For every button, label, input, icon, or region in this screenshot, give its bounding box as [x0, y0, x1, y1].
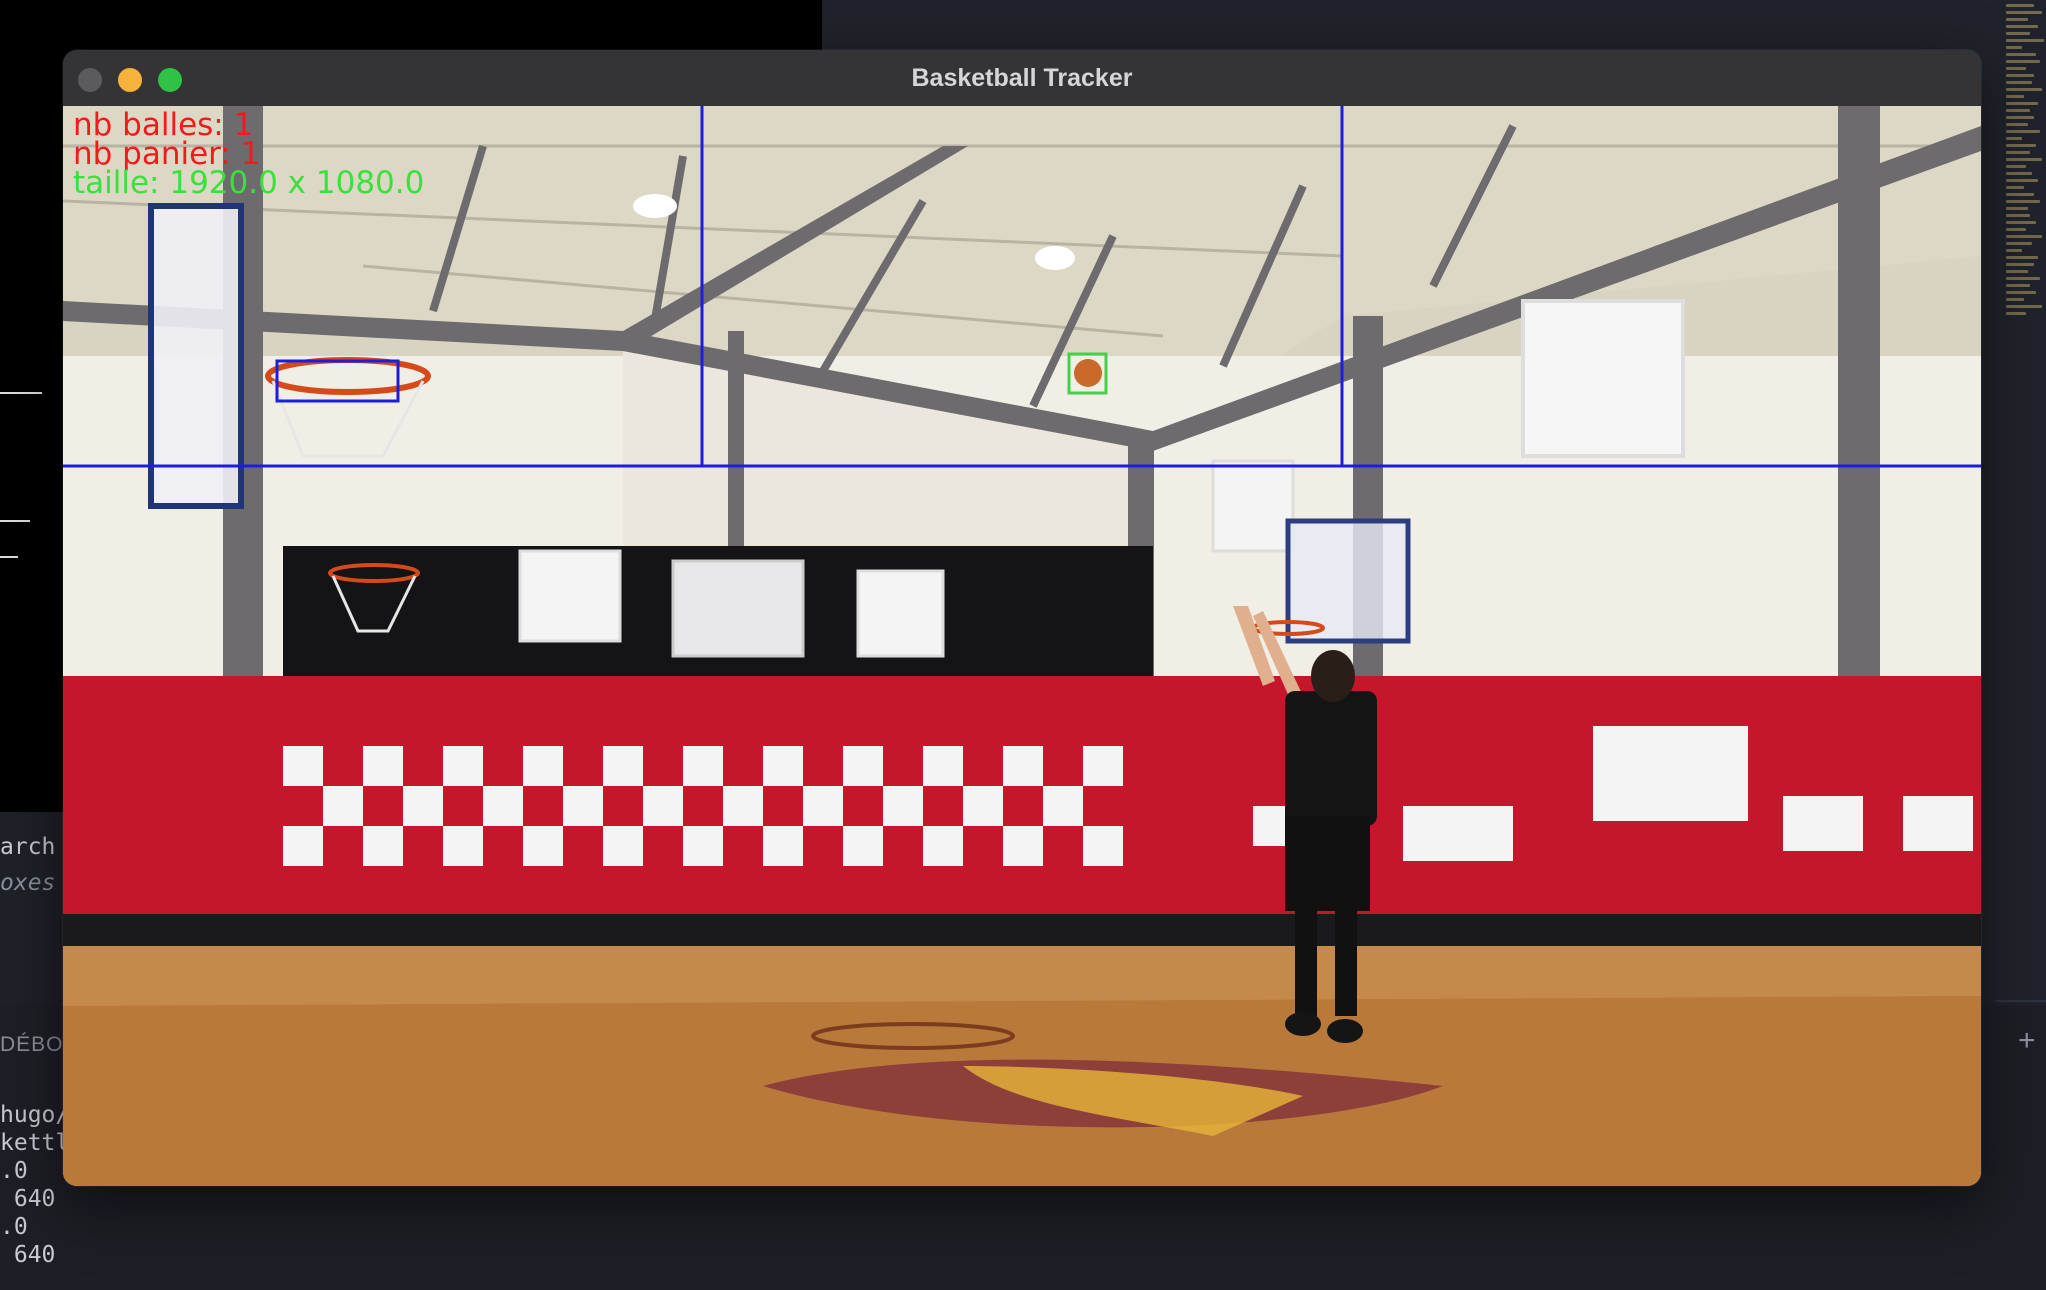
window-title: Basketball Tracker [911, 64, 1133, 92]
console-line: .0 [0, 1158, 28, 1184]
console-line: 640 [0, 1242, 56, 1268]
console-line: kettl [0, 1130, 70, 1156]
frame-size-label: taille: 1920.0 x 1080.0 [73, 165, 425, 201]
gym-scene [63, 106, 1981, 1186]
basketball-tracker-window: Basketball Tracker nb balles: 1 nb panie… [63, 50, 1981, 1186]
console-line: .0 [0, 1214, 28, 1240]
panel-divider [1996, 1000, 2046, 1002]
window-titlebar[interactable]: Basketball Tracker [63, 50, 1981, 107]
video-frame: nb balles: 1 nb panier: 1 taille: 1920.0… [63, 106, 1981, 1186]
terminal-artifact [0, 392, 42, 394]
console-line: hugo/ [0, 1102, 70, 1128]
search-fragment: arch [0, 834, 56, 860]
terminal-artifact [0, 556, 18, 558]
add-panel-icon[interactable]: + [2018, 1024, 2036, 1058]
console-line: 640 [0, 1186, 56, 1212]
boxes-fragment: oxes [0, 870, 56, 896]
terminal-artifact [0, 520, 30, 522]
editor-minimap[interactable] [2006, 0, 2046, 360]
